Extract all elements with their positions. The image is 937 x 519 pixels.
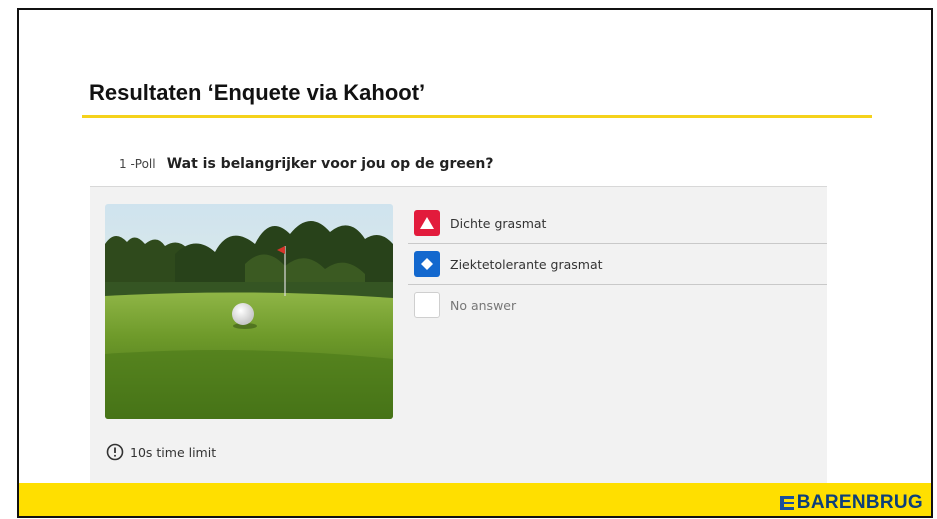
empty-answer-box [414,292,440,318]
logo-text: BARENBRUG [796,492,923,513]
question-header: 1 -Poll Wat is belangrijker voor jou op … [119,153,493,172]
answer-label: Dichte grasmat [450,215,547,231]
triangle-icon [414,210,440,236]
title-underline [82,115,872,118]
timer-icon [106,443,124,461]
golf-green-image [105,204,393,419]
slide-title: Resultaten ‘Enquete via Kahoot’ [89,80,426,105]
answer-list: Dichte grasmat Ziektetolerante grasmat N… [408,203,827,325]
answer-label: No answer [450,297,517,313]
diamond-icon [414,251,440,277]
time-limit: 10s time limit [106,443,216,461]
answer-option-no-answer[interactable]: No answer [408,285,827,325]
time-limit-label: 10s time limit [130,444,217,460]
footer-bar: BARENBRUG [19,483,931,516]
slide: Resultaten ‘Enquete via Kahoot’ 1 -Poll … [17,8,933,518]
answer-label: Ziektetolerante grasmat [450,256,603,272]
answer-option-1[interactable]: Dichte grasmat [408,203,827,244]
logo-mark-icon [779,496,794,510]
answer-option-2[interactable]: Ziektetolerante grasmat [408,244,827,285]
question-number: 1 -Poll [119,157,156,171]
question-text: Wat is belangrijker voor jou op de green… [166,156,494,172]
barenbrug-logo: BARENBRUG [779,492,923,514]
question-panel: Dichte grasmat Ziektetolerante grasmat N… [90,186,827,489]
